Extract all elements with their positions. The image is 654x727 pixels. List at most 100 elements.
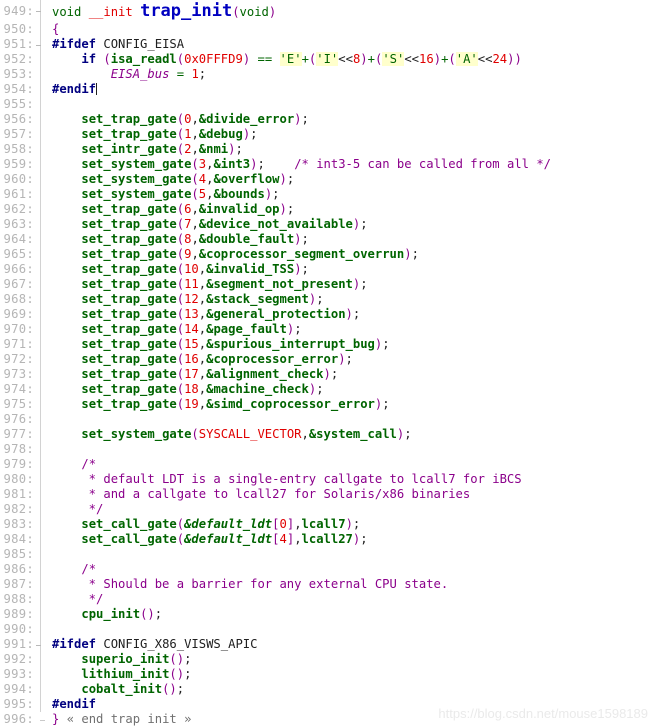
code-text: set_trap_gate(6,&invalid_op);: [81, 202, 295, 216]
code-line[interactable]: 981: * and a callgate to lcall27 for Sol…: [0, 487, 654, 502]
fold-marker[interactable]: [36, 22, 46, 37]
fold-marker[interactable]: [36, 592, 46, 607]
code-line[interactable]: 976:: [0, 412, 654, 427]
fold-marker[interactable]: [36, 262, 46, 277]
fold-marker[interactable]: [36, 682, 46, 697]
code-line[interactable]: 963: set_trap_gate(7,&device_not_availab…: [0, 217, 654, 232]
fold-marker[interactable]: [36, 142, 46, 157]
fold-marker[interactable]: [36, 547, 46, 562]
code-line[interactable]: 953: EISA_bus = 1;: [0, 67, 654, 82]
line-number: 955:: [3, 97, 34, 111]
code-line[interactable]: 978:: [0, 442, 654, 457]
code-line[interactable]: 965: set_trap_gate(9,&coprocessor_segmen…: [0, 247, 654, 262]
fold-marker[interactable]: [36, 532, 46, 547]
fold-marker[interactable]: [36, 652, 46, 667]
fold-marker[interactable]: [36, 307, 46, 322]
fold-marker[interactable]: [36, 217, 46, 232]
fold-marker[interactable]: [36, 52, 46, 67]
code-line[interactable]: 972: set_trap_gate(16,&coprocessor_error…: [0, 352, 654, 367]
fold-marker[interactable]: [36, 397, 46, 412]
fold-marker[interactable]: [36, 352, 46, 367]
code-line[interactable]: 984: set_call_gate(&default_ldt[4],lcall…: [0, 532, 654, 547]
fold-marker[interactable]: [36, 292, 46, 307]
fold-marker[interactable]: [36, 97, 46, 112]
fold-marker[interactable]: [36, 232, 46, 247]
fold-marker[interactable]: [36, 322, 46, 337]
code-line[interactable]: 969: set_trap_gate(13,&general_protectio…: [0, 307, 654, 322]
code-line[interactable]: 950: {: [0, 22, 654, 37]
code-line[interactable]: 980: * default LDT is a single-entry cal…: [0, 472, 654, 487]
code-line[interactable]: 961: set_system_gate(5,&bounds);: [0, 187, 654, 202]
code-line[interactable]: 966: set_trap_gate(10,&invalid_TSS);: [0, 262, 654, 277]
code-editor[interactable]: 949: void __init trap_init(void) 950: { …: [0, 0, 654, 726]
fold-marker[interactable]: [36, 517, 46, 532]
code-line[interactable]: 960: set_system_gate(4,&overflow);: [0, 172, 654, 187]
code-line[interactable]: 959: set_system_gate(3,&int3); /* int3-5…: [0, 157, 654, 172]
fold-marker[interactable]: [36, 202, 46, 217]
code-line[interactable]: 970: set_trap_gate(14,&page_fault);: [0, 322, 654, 337]
code-line[interactable]: 989: cpu_init();: [0, 607, 654, 622]
code-line[interactable]: 974: set_trap_gate(18,&machine_check);: [0, 382, 654, 397]
code-line[interactable]: 979: /*: [0, 457, 654, 472]
code-line[interactable]: 986: /*: [0, 562, 654, 577]
code-line[interactable]: 962: set_trap_gate(6,&invalid_op);: [0, 202, 654, 217]
fold-marker[interactable]: [36, 247, 46, 262]
code-line[interactable]: 977: set_system_gate(SYSCALL_VECTOR,&sys…: [0, 427, 654, 442]
fold-marker[interactable]: [36, 457, 46, 472]
fold-marker[interactable]: [36, 172, 46, 187]
code-line[interactable]: 973: set_trap_gate(17,&alignment_check);: [0, 367, 654, 382]
code-line[interactable]: 951: #ifdef CONFIG_EISA: [0, 37, 654, 52]
fold-marker[interactable]: [36, 472, 46, 487]
code-line[interactable]: 954: #endif: [0, 82, 654, 97]
fold-marker[interactable]: [36, 667, 46, 682]
code-text: #ifdef CONFIG_X86_VISWS_APIC: [52, 637, 258, 651]
fold-marker[interactable]: [36, 622, 46, 637]
code-line[interactable]: 985:: [0, 547, 654, 562]
code-line[interactable]: 958: set_intr_gate(2,&nmi);: [0, 142, 654, 157]
fold-marker[interactable]: [36, 382, 46, 397]
code-line[interactable]: 994: cobalt_init();: [0, 682, 654, 697]
fold-marker[interactable]: [36, 157, 46, 172]
code-line[interactable]: 992: superio_init();: [0, 652, 654, 667]
code-line[interactable]: 971: set_trap_gate(15,&spurious_interrup…: [0, 337, 654, 352]
fold-marker[interactable]: [36, 412, 46, 427]
fold-marker[interactable]: [36, 577, 46, 592]
code-line[interactable]: 987: * Should be a barrier for any exter…: [0, 577, 654, 592]
fold-marker[interactable]: [36, 82, 46, 97]
fold-marker[interactable]: [36, 0, 46, 22]
code-line[interactable]: 964: set_trap_gate(8,&double_fault);: [0, 232, 654, 247]
fold-marker[interactable]: [36, 112, 46, 127]
code-line[interactable]: 988: */: [0, 592, 654, 607]
fold-marker[interactable]: [36, 562, 46, 577]
fold-marker[interactable]: [36, 337, 46, 352]
code-line[interactable]: 952: if (isa_readl(0x0FFFD9) == 'E'+('I'…: [0, 52, 654, 67]
fold-marker[interactable]: [36, 487, 46, 502]
fold-marker[interactable]: [36, 187, 46, 202]
fold-marker[interactable]: [36, 127, 46, 142]
code-line[interactable]: 955:: [0, 97, 654, 112]
code-text: * and a callgate to lcall27 for Solaris/…: [52, 487, 471, 501]
fold-marker[interactable]: [36, 697, 46, 712]
fold-marker[interactable]: [36, 637, 46, 652]
code-line[interactable]: 975: set_trap_gate(19,&simd_coprocessor_…: [0, 397, 654, 412]
code-line[interactable]: 990:: [0, 622, 654, 637]
code-line[interactable]: 968: set_trap_gate(12,&stack_segment);: [0, 292, 654, 307]
code-line[interactable]: 957: set_trap_gate(1,&debug);: [0, 127, 654, 142]
code-line[interactable]: 982: */: [0, 502, 654, 517]
fold-marker[interactable]: [36, 502, 46, 517]
code-line[interactable]: 956: set_trap_gate(0,&divide_error);: [0, 112, 654, 127]
fold-marker[interactable]: [36, 67, 46, 82]
fold-marker[interactable]: [36, 37, 46, 52]
code-line[interactable]: 993: lithium_init();: [0, 667, 654, 682]
code-line[interactable]: 983: set_call_gate(&default_ldt[0],lcall…: [0, 517, 654, 532]
fold-marker[interactable]: [36, 427, 46, 442]
line-number: 993:: [3, 667, 34, 681]
code-line[interactable]: 949: void __init trap_init(void): [0, 0, 654, 22]
fold-marker[interactable]: [36, 607, 46, 622]
code-line[interactable]: 967: set_trap_gate(11,&segment_not_prese…: [0, 277, 654, 292]
code-line[interactable]: 991: #ifdef CONFIG_X86_VISWS_APIC: [0, 637, 654, 652]
fold-marker[interactable]: [36, 277, 46, 292]
fold-marker[interactable]: [36, 367, 46, 382]
fold-marker[interactable]: [36, 442, 46, 457]
line-number: 968:: [3, 292, 34, 306]
